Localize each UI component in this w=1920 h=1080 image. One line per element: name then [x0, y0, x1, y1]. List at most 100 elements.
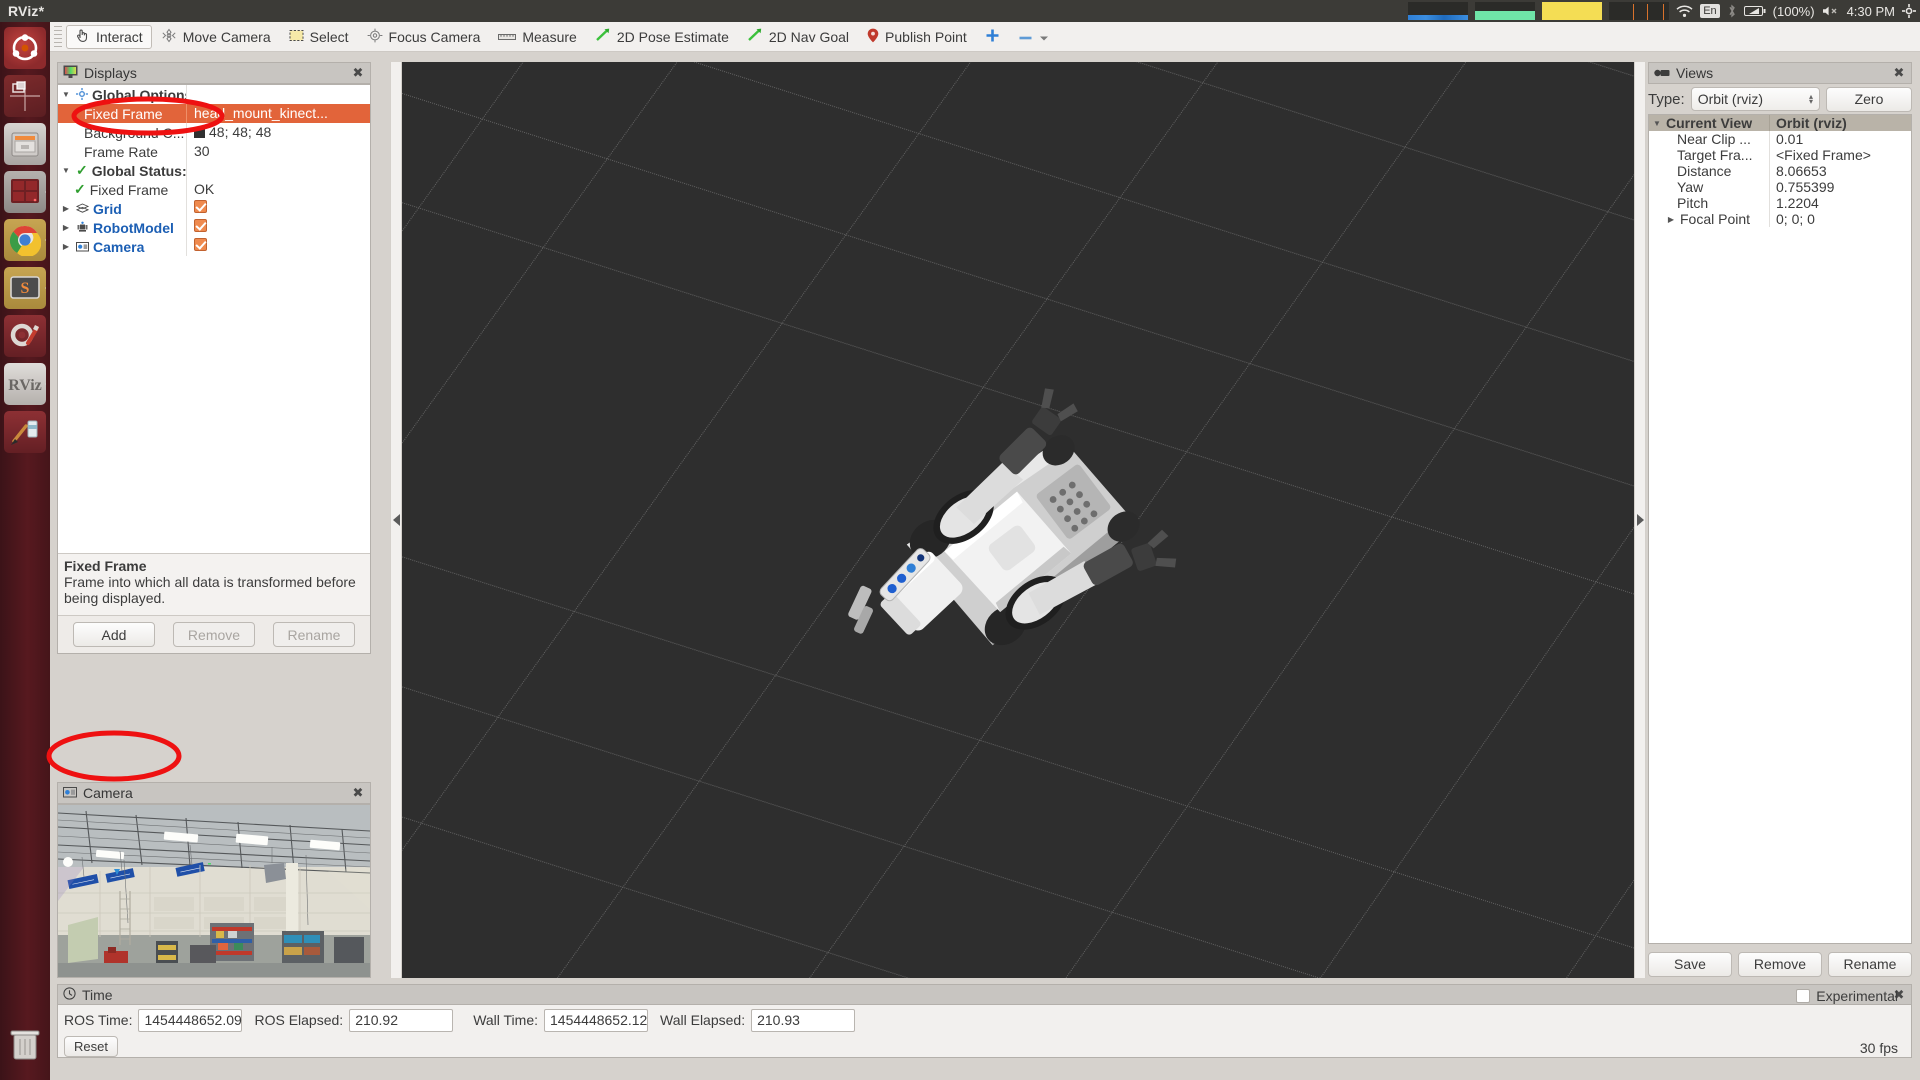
battery-icon[interactable] — [1743, 5, 1766, 17]
expander-icon[interactable]: ▼ — [1651, 119, 1663, 128]
expander-icon[interactable]: ▶ — [60, 223, 72, 232]
launcher-item-workspace-switcher[interactable] — [4, 75, 46, 117]
tree-row-label: Global Options — [92, 86, 186, 103]
views-icon — [1654, 65, 1670, 81]
experimental-checkbox[interactable] — [1796, 989, 1811, 1003]
launcher-item-ubuntu-dash[interactable] — [4, 27, 46, 69]
tree-row-checkbox-cell[interactable] — [186, 237, 370, 256]
keyboard-layout-icon[interactable]: En — [1700, 4, 1720, 18]
experimental-toggle[interactable]: Experimental — [1796, 988, 1898, 1004]
tool-2d-nav-goal[interactable]: 2D Nav Goal — [738, 25, 858, 49]
collapse-right-handle[interactable] — [1634, 62, 1646, 978]
view-type-select[interactable]: Orbit (rviz) ▴ ▾ — [1690, 87, 1820, 111]
expander-icon[interactable]: ▶ — [60, 204, 72, 213]
rename-button[interactable]: Rename — [273, 622, 355, 647]
spinner-arrows-icon[interactable]: ▴ ▾ — [1809, 93, 1813, 106]
wifi-icon[interactable] — [1676, 5, 1693, 18]
tree-row-value-color[interactable]: 48; 48; 48 — [186, 123, 370, 142]
tool-focus-camera[interactable]: Focus Camera — [358, 25, 490, 49]
rename-view-button[interactable]: Rename — [1828, 951, 1912, 977]
tree-row-camera[interactable]: ▶ Camera — [58, 237, 370, 256]
launcher-item-trash[interactable] — [4, 1024, 46, 1066]
ros-elapsed-field[interactable]: 210.92 — [349, 1008, 454, 1032]
views-tree[interactable]: ▼ Current View Orbit (rviz) Near Clip ..… — [1648, 114, 1912, 944]
toolbar-grip[interactable] — [54, 25, 62, 48]
tool-measure[interactable]: Measure — [489, 25, 585, 49]
tree-row-status-fixed-frame[interactable]: ✓ Fixed Frame OK — [58, 180, 370, 199]
time-panel: Time ✖ ROS Time: 1454448652.09 ROS Elaps… — [57, 984, 1912, 1058]
close-icon[interactable]: ✖ — [351, 65, 365, 80]
launcher-item-system-settings[interactable] — [4, 315, 46, 357]
views-row-pitch[interactable]: Pitch 1.2204 — [1649, 195, 1911, 211]
add-button[interactable]: Add — [73, 622, 155, 647]
save-button[interactable]: Save — [1648, 951, 1732, 977]
collapse-left-handle[interactable] — [390, 62, 402, 978]
expander-icon[interactable]: ▶ — [1665, 215, 1677, 224]
remove-view-button[interactable]: Remove — [1738, 951, 1822, 977]
add-tool-button[interactable] — [976, 25, 1009, 49]
zero-button[interactable]: Zero — [1826, 86, 1912, 112]
tree-row-background-color[interactable]: Background C... 48; 48; 48 — [58, 123, 370, 142]
displays-tree[interactable]: ▼ Global Options Fixed Frame head_mount_… — [58, 85, 370, 553]
bluetooth-icon[interactable] — [1727, 4, 1737, 18]
expander-icon[interactable]: ▼ — [60, 166, 72, 175]
close-icon[interactable]: ✖ — [1892, 65, 1906, 80]
gear-icon[interactable] — [1902, 4, 1916, 18]
views-row-value[interactable]: 0; 0; 0 — [1769, 211, 1911, 227]
volume-muted-icon[interactable] — [1822, 5, 1840, 17]
tree-row-value[interactable]: 30 — [186, 142, 370, 161]
reset-button[interactable]: Reset — [64, 1035, 118, 1057]
expander-icon[interactable]: ▼ — [60, 90, 72, 99]
launcher-item-rviz[interactable]: RViz — [4, 363, 46, 405]
views-row-yaw[interactable]: Yaw 0.755399 — [1649, 179, 1911, 195]
views-row-value[interactable]: 0.755399 — [1769, 179, 1911, 195]
launcher-item-sublime-text[interactable]: S — [4, 267, 46, 309]
color-swatch — [194, 127, 205, 138]
views-row-focal-point[interactable]: ▶ Focal Point 0; 0; 0 — [1649, 211, 1911, 227]
tree-row-global-status[interactable]: ▼ ✓ Global Status:... — [58, 161, 370, 180]
enabled-checkbox[interactable] — [194, 219, 207, 232]
views-row-value[interactable]: 8.06653 — [1769, 163, 1911, 179]
views-row-value[interactable]: <Fixed Frame> — [1769, 147, 1911, 163]
time-panel-header: Time ✖ — [57, 984, 1912, 1005]
time-fields-row: ROS Time: 1454448652.09 ROS Elapsed: 210… — [58, 988, 1911, 1035]
launcher-item-files[interactable] — [4, 123, 46, 165]
tool-move-camera[interactable]: Move Camera — [152, 25, 280, 49]
enabled-checkbox[interactable] — [194, 200, 207, 213]
views-row-target-frame[interactable]: Target Fra... <Fixed Frame> — [1649, 147, 1911, 163]
clock[interactable]: 4:30 PM — [1847, 4, 1895, 19]
3d-viewport[interactable] — [402, 62, 1634, 978]
wall-elapsed-field[interactable]: 210.93 — [751, 1008, 856, 1032]
robot-icon — [76, 220, 89, 236]
views-row-near-clip[interactable]: Near Clip ... 0.01 — [1649, 131, 1911, 147]
tree-row-value[interactable]: head_mount_kinect... — [186, 104, 370, 123]
network-graph-icon — [1542, 2, 1603, 20]
gear-icon — [76, 87, 88, 103]
tree-row-fixed-frame[interactable]: Fixed Frame head_mount_kinect... — [58, 104, 370, 123]
views-row-current-view[interactable]: ▼ Current View Orbit (rviz) — [1649, 115, 1911, 131]
tool-publish-point[interactable]: Publish Point — [858, 25, 976, 49]
tree-row-global-options[interactable]: ▼ Global Options — [58, 85, 370, 104]
tool-select[interactable]: Select — [280, 25, 358, 49]
tree-row-checkbox-cell[interactable] — [186, 218, 370, 237]
views-row-value[interactable]: 0.01 — [1769, 131, 1911, 147]
close-icon[interactable]: ✖ — [351, 785, 365, 800]
views-row-value[interactable]: 1.2204 — [1769, 195, 1911, 211]
ros-time-field[interactable]: 1454448652.09 — [138, 1008, 243, 1032]
wall-time-field[interactable]: 1454448652.12 — [544, 1008, 649, 1032]
enabled-checkbox[interactable] — [194, 238, 207, 251]
views-panel-header: Views ✖ — [1648, 62, 1912, 84]
remove-tool-button[interactable] — [1009, 25, 1058, 49]
tree-row-grid[interactable]: ▶ Grid — [58, 199, 370, 218]
launcher-item-paint[interactable] — [4, 411, 46, 453]
tool-2d-pose-estimate[interactable]: 2D Pose Estimate — [586, 25, 738, 49]
expander-icon[interactable]: ▶ — [60, 242, 72, 251]
tool-interact[interactable]: Interact — [66, 24, 152, 49]
tree-row-checkbox-cell[interactable] — [186, 199, 370, 218]
remove-button[interactable]: Remove — [173, 622, 255, 647]
launcher-item-chrome[interactable] — [4, 219, 46, 261]
launcher-item-terminal[interactable] — [4, 171, 46, 213]
tree-row-robotmodel[interactable]: ▶ RobotModel — [58, 218, 370, 237]
tree-row-frame-rate[interactable]: Frame Rate 30 — [58, 142, 370, 161]
views-row-distance[interactable]: Distance 8.06653 — [1649, 163, 1911, 179]
